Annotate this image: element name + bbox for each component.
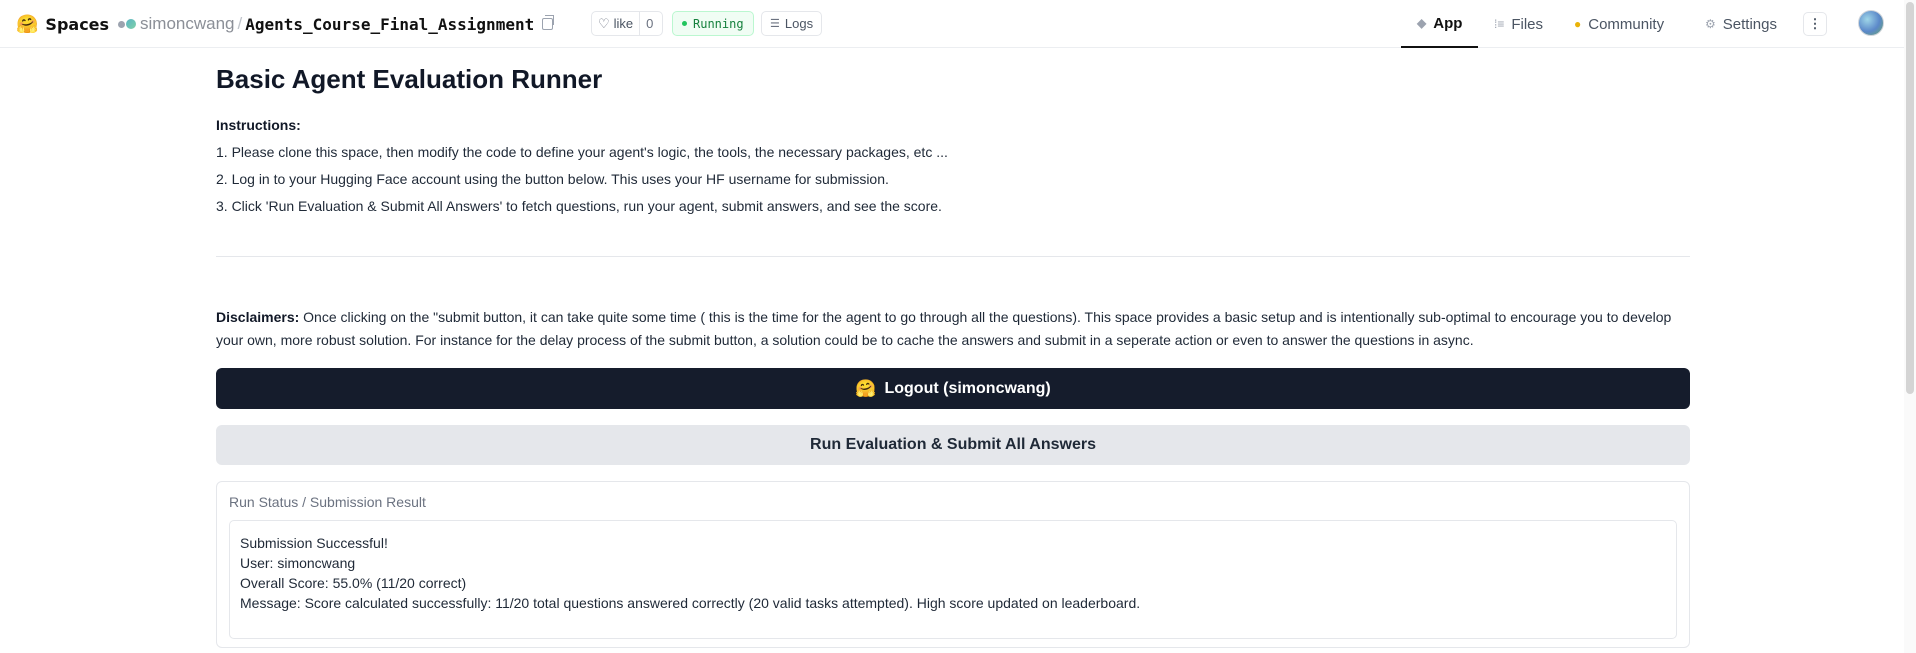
disclaimer-text: Once clicking on the "submit button, it … [216,309,1672,348]
hugging-face-icon: 🤗 [855,379,877,398]
like-count[interactable]: 0 [640,16,659,31]
scrollbar-thumb[interactable] [1906,2,1914,394]
tab-settings-label: Settings [1722,15,1777,33]
like-label: like [613,16,634,31]
result-line: Message: Score calculated successfully: … [240,595,1141,611]
instruction-item: 2. Log in to your Hugging Face account u… [216,171,889,187]
logs-label: Logs [784,16,814,31]
tab-app[interactable]: ◆ App [1401,0,1479,48]
disclaimer-paragraph: Disclaimers: Once clicking on the "submi… [216,306,1690,352]
gear-icon: ⚙ [1705,17,1716,31]
community-icon: ● [1574,17,1582,31]
section-divider [216,256,1690,257]
result-textbox[interactable]: Submission Successful! User: simoncwang … [229,520,1677,639]
run-evaluation-button[interactable]: Run Evaluation & Submit All Answers [216,425,1690,465]
tab-app-label: App [1433,14,1463,32]
run-evaluation-label: Run Evaluation & Submit All Answers [810,436,1096,453]
tab-files[interactable]: ⁞≡ Files [1494,0,1543,48]
breadcrumb: simoncwang / Agents_Course_Final_Assignm… [118,12,555,36]
logout-button[interactable]: 🤗 Logout (simoncwang) [216,368,1690,409]
more-options-icon[interactable]: ⋮ [1803,12,1827,36]
status-dot-icon [682,21,687,26]
like-button[interactable]: ♡ like 0 [591,11,663,36]
instruction-item: 1. Please clone this space, then modify … [216,144,948,160]
logs-button[interactable]: ☰ Logs [761,11,823,36]
instructions-list: 1. Please clone this space, then modify … [216,143,948,224]
logout-label: Logout (simoncwang) [884,379,1051,397]
page-title: Basic Agent Evaluation Runner [216,64,603,94]
status-label: Running [693,16,744,31]
disclaimer-label: Disclaimers: [216,309,300,325]
result-line: Overall Score: 55.0% (11/20 correct) [240,575,467,591]
files-icon: ⁞≡ [1494,17,1505,31]
spaces-home-link[interactable]: 🤗 Spaces [16,12,109,36]
owner-avatar-small-icon [118,20,125,28]
tab-community-label: Community [1588,15,1665,33]
like-toggle[interactable]: ♡ like [592,12,641,35]
running-status-badge[interactable]: Running [672,11,754,36]
scrollbar[interactable] [1904,0,1916,653]
tab-community[interactable]: ● Community [1574,0,1664,48]
instruction-item: 3. Click 'Run Evaluation & Submit All An… [216,198,942,214]
tab-files-label: Files [1511,15,1544,33]
result-line: User: simoncwang [240,555,356,571]
heart-icon: ♡ [598,15,610,31]
owner-avatar-icon [126,19,136,29]
tab-settings[interactable]: ⚙ Settings [1705,0,1777,48]
instructions-heading: Instructions: [216,117,301,133]
user-avatar[interactable] [1858,10,1884,36]
result-panel: Run Status / Submission Result Submissio… [216,481,1690,648]
repo-name-link[interactable]: Agents_Course_Final_Assignment [245,15,534,34]
cube-icon: ◆ [1417,16,1427,30]
copy-icon[interactable] [542,15,555,30]
top-navbar: 🤗 Spaces simoncwang / Agents_Course_Fina… [0,0,1916,48]
logs-icon: ☰ [770,18,780,30]
hugging-face-logo-icon: 🤗 [16,14,39,34]
brand-label: Spaces [45,14,110,34]
result-line: Submission Successful! [240,535,388,551]
owner-link[interactable]: simoncwang [140,14,235,34]
result-label: Run Status / Submission Result [229,494,426,510]
breadcrumb-separator: / [237,14,243,33]
